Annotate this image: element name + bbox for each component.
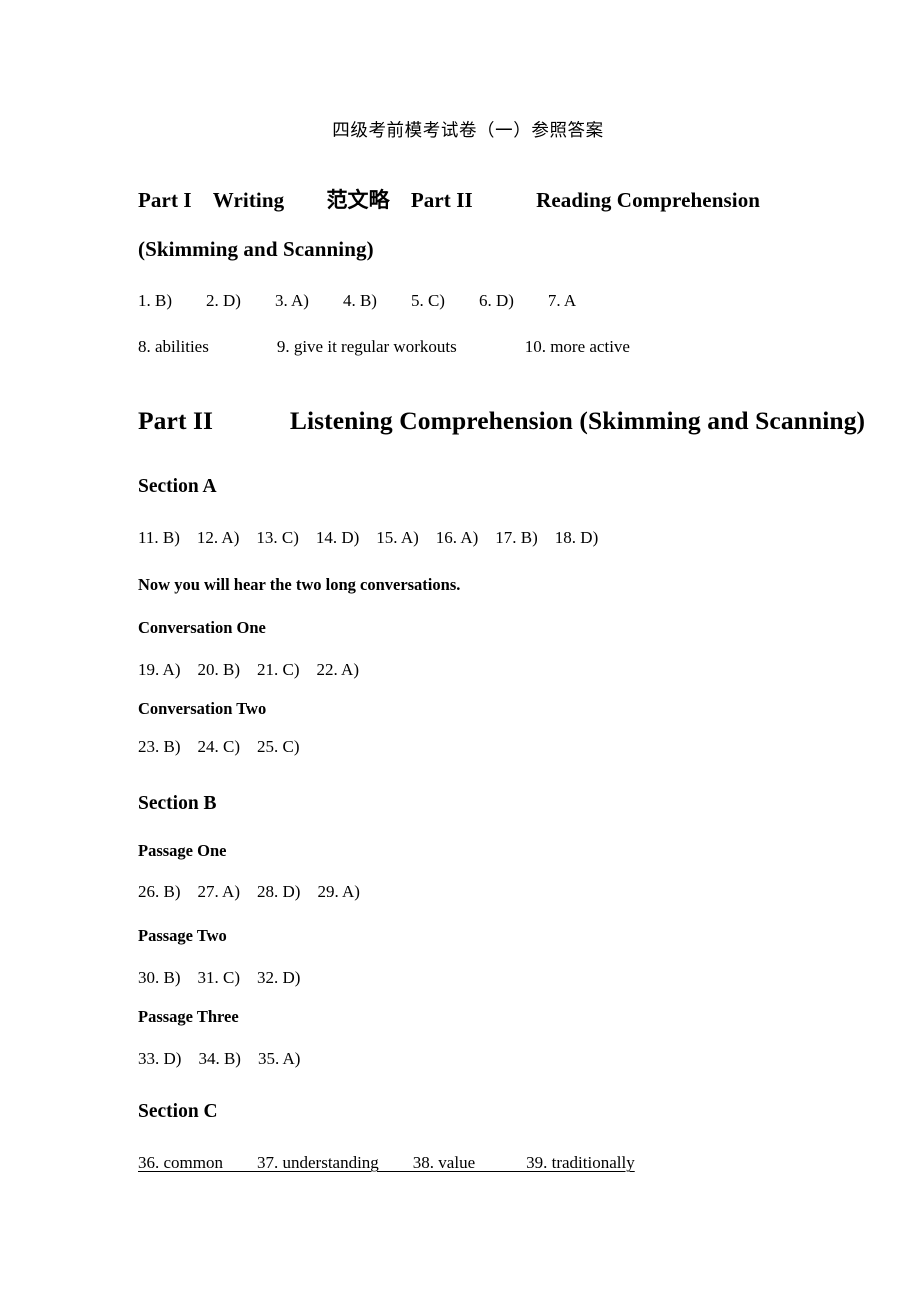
part-one-heading: Part I Writing 范文略 Part II Reading Compr…	[138, 188, 761, 261]
passage-three-answers: 33. D) 34. B) 35. A)	[138, 1049, 301, 1068]
passage-two-answers: 30. B) 31. C) 32. D)	[138, 968, 301, 987]
passage-three-label: Passage Three	[138, 1007, 239, 1026]
conversation-two-answers: 23. B) 24. C) 25. C)	[138, 737, 300, 756]
conversation-one-label: Conversation One	[138, 618, 266, 637]
section-c-answers: 36. common 37. understanding 38. value 3…	[138, 1153, 635, 1172]
passage-two-label: Passage Two	[138, 926, 227, 945]
part-two-heading: Part II Listening Comprehension (Skimmin…	[138, 406, 866, 435]
section-a-answers-11-18: 11. B) 12. A) 13. C) 14. D) 15. A) 16. A…	[138, 528, 599, 547]
document-page: 四级考前模考试卷（一）参照答案 Part I Writing 范文略 Part …	[0, 0, 920, 1302]
section-b-heading: Section B	[138, 793, 217, 814]
passage-one-label: Passage One	[138, 841, 227, 860]
section-a-heading: Section A	[138, 476, 217, 497]
conversation-two-label: Conversation Two	[138, 699, 267, 718]
part-one-answers-1-7: 1. B) 2. D) 3. A) 4. B) 5. C) 6. D) 7. A	[138, 291, 577, 310]
page-title: 四级考前模考试卷（一）参照答案	[332, 120, 604, 140]
long-conversations-note: Now you will hear the two long conversat…	[138, 575, 461, 594]
part-one-answers-8-10: 8. abilities 9. give it regular workouts…	[138, 337, 630, 356]
passage-one-answers: 26. B) 27. A) 28. D) 29. A)	[138, 882, 360, 901]
section-c-heading: Section C	[138, 1101, 218, 1122]
conversation-one-answers: 19. A) 20. B) 21. C) 22. A)	[138, 660, 359, 679]
